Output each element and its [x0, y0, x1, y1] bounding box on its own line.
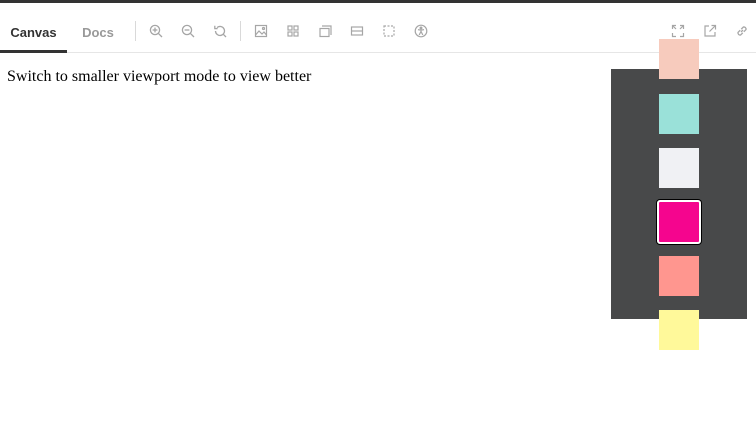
fullscreen-icon [671, 24, 685, 38]
color-swatch[interactable] [659, 94, 699, 134]
reset-zoom-button[interactable] [211, 22, 229, 40]
active-tab-indicator [0, 50, 67, 53]
copy-link-icon [737, 26, 747, 36]
zoom-in-button[interactable] [147, 22, 165, 40]
color-swatch-selected[interactable] [657, 200, 701, 244]
tab-canvas[interactable]: Canvas [0, 3, 67, 53]
grid-icon [287, 25, 299, 37]
toolbar-divider [135, 21, 136, 41]
outline-icon [350, 26, 364, 36]
open-new-tab-button[interactable] [701, 22, 719, 40]
viewport-button[interactable] [380, 22, 398, 40]
background-button[interactable] [252, 22, 270, 40]
toolbar-divider [240, 21, 241, 41]
fullscreen-button[interactable] [669, 22, 687, 40]
background-icon [254, 24, 268, 38]
zoom-out-icon [181, 24, 195, 38]
outline-button[interactable] [348, 22, 366, 40]
copy-link-button[interactable] [733, 22, 751, 40]
color-swatch[interactable] [659, 39, 699, 79]
tab-docs-label: Docs [82, 25, 114, 40]
color-swatch[interactable] [659, 148, 699, 188]
color-swatch[interactable] [659, 256, 699, 296]
measure-button[interactable] [316, 22, 334, 40]
storybook-toolbar: Canvas Docs [0, 3, 756, 53]
color-swatch[interactable] [659, 310, 699, 350]
viewport-icon [383, 25, 395, 37]
tab-docs[interactable]: Docs [67, 3, 129, 52]
measure-icon [319, 25, 332, 38]
zoom-out-button[interactable] [179, 22, 197, 40]
open-new-tab-icon [704, 24, 717, 37]
accessibility-button[interactable] [412, 22, 430, 40]
accessibility-icon [414, 24, 428, 38]
grid-button[interactable] [284, 22, 302, 40]
zoom-in-icon [149, 24, 163, 38]
viewport-hint-text: Switch to smaller viewport mode to view … [7, 68, 312, 85]
tab-canvas-label: Canvas [10, 25, 57, 40]
reset-zoom-icon [214, 25, 227, 38]
